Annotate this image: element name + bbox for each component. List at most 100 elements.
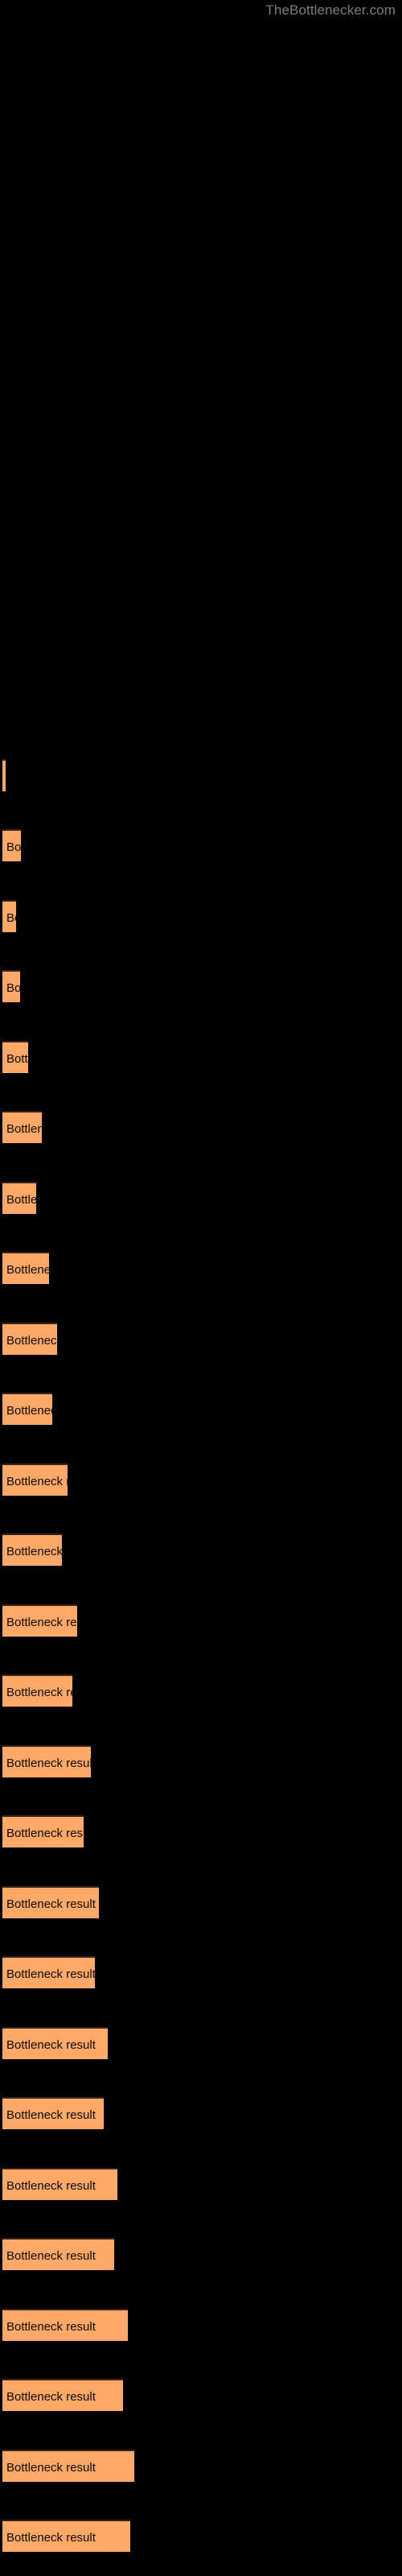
bar-label-clip: Bottleneck result xyxy=(2,761,6,791)
bar-row: Bottleneck result xyxy=(2,1463,68,1496)
bar-row: Bottleneck result xyxy=(2,2168,117,2200)
bar: Bottleneck result xyxy=(2,2027,108,2059)
bar-label: Bottleneck result xyxy=(6,2038,96,2052)
bar-label-clip: Bottleneck result xyxy=(2,1817,84,1847)
bar-row: Bottleneck result xyxy=(2,1745,91,1777)
bar-row: Bottleneck result xyxy=(2,2520,130,2552)
bar-row: Bottleneck result xyxy=(2,2379,123,2411)
bar-label-clip: Bottleneck result xyxy=(2,1747,91,1777)
bar-label: Bottleneck result xyxy=(6,1616,77,1629)
bar: Bottleneck result xyxy=(2,1323,57,1355)
bar-row: Bottleneck result xyxy=(2,1182,36,1214)
bar: Bottleneck result xyxy=(2,759,6,791)
bar-row: Bottleneck result xyxy=(2,759,6,791)
bar: Bottleneck result xyxy=(2,1182,36,1214)
bar-label: Bottleneck result xyxy=(6,1757,91,1770)
bar-row: Bottleneck result xyxy=(2,970,20,1002)
bar: Bottleneck result xyxy=(2,2238,114,2270)
bar-label-clip: Bottleneck result xyxy=(2,1465,68,1496)
bar-row: Bottleneck result xyxy=(2,1604,77,1637)
bar-row: Bottleneck result xyxy=(2,900,16,932)
bar-row: Bottleneck result xyxy=(2,1886,99,1918)
bar: Bottleneck result xyxy=(2,1041,28,1073)
bar-label: Bottleneck result xyxy=(6,2461,96,2475)
bar-row: Bottleneck result xyxy=(2,1956,95,1988)
bar-label: Bottleneck result xyxy=(6,911,16,925)
bar-row: Bottleneck result xyxy=(2,2238,114,2270)
bar: Bottleneck result xyxy=(2,2379,123,2411)
bar: Bottleneck result xyxy=(2,1534,62,1566)
bar-label-clip: Bottleneck result xyxy=(2,2521,130,2552)
bar-label-clip: Bottleneck result xyxy=(2,2169,117,2200)
bar: Bottleneck result xyxy=(2,1956,95,1988)
bar-row: Bottleneck result xyxy=(2,2309,128,2341)
bar-label: Bottleneck result xyxy=(6,1263,49,1277)
bar: Bottleneck result xyxy=(2,1463,68,1496)
bar-label-clip: Bottleneck result xyxy=(2,2310,128,2341)
bar-row: Bottleneck result xyxy=(2,1111,42,1143)
bar-row: Bottleneck result xyxy=(2,1393,52,1425)
bar: Bottleneck result xyxy=(2,1886,99,1918)
bar: Bottleneck result xyxy=(2,1111,42,1143)
bar-label: Bottleneck result xyxy=(6,1967,95,1981)
bar-label: Bottleneck result xyxy=(6,981,20,995)
bar-label: Bottleneck result xyxy=(6,1475,68,1488)
bar-label: Bottleneck result xyxy=(6,1404,52,1418)
bar: Bottleneck result xyxy=(2,1815,84,1847)
bar: Bottleneck result xyxy=(2,1674,72,1707)
bar-label: Bottleneck result xyxy=(6,2531,96,2545)
plot-area: Bottleneck result Bottleneck result Bottle… xyxy=(0,0,402,2576)
bar: Bottleneck result xyxy=(2,900,16,932)
bar-row: Bottleneck result xyxy=(2,1252,49,1284)
bar-label-clip: Bottleneck result xyxy=(2,831,21,861)
bar-label-clip: Bottleneck result xyxy=(2,2240,114,2270)
bar-row: Bottleneck result xyxy=(2,829,21,861)
bar-label: Bottleneck result xyxy=(6,2179,96,2193)
bar-label-clip: Bottleneck result xyxy=(2,1253,49,1284)
bar-label-clip: Bottleneck result xyxy=(2,1394,52,1425)
bar-label: Bottleneck result xyxy=(6,2108,96,2122)
bar-label-clip: Bottleneck result xyxy=(2,1042,28,1073)
bar-label-clip: Bottleneck result xyxy=(2,2029,108,2059)
bar-label: Bottleneck result xyxy=(6,1052,28,1066)
bar-label: Bottleneck result xyxy=(6,1897,96,1911)
bar-label: Bottleneck result xyxy=(6,2249,96,2263)
bar: Bottleneck result xyxy=(2,2168,117,2200)
bar-label-clip: Bottleneck result xyxy=(2,1958,95,1988)
bar-label-clip: Bottleneck result xyxy=(2,1324,57,1355)
bar-row: Bottleneck result xyxy=(2,1323,57,1355)
bar: Bottleneck result xyxy=(2,970,20,1002)
bar-row: Bottleneck result xyxy=(2,1815,84,1847)
bar-label-clip: Bottleneck result xyxy=(2,1535,62,1566)
bar-label: Bottleneck result xyxy=(6,1334,57,1348)
bar-row: Bottleneck result xyxy=(2,2097,104,2129)
bar-label-clip: Bottleneck result xyxy=(2,1113,42,1143)
bar-label-clip: Bottleneck result xyxy=(2,1606,77,1637)
bar-label: Bottleneck result xyxy=(6,1827,84,1840)
bar-label-clip: Bottleneck result xyxy=(2,2099,104,2129)
bar-label: Bottleneck result xyxy=(6,1122,42,1136)
bar-label-clip: Bottleneck result xyxy=(2,902,16,932)
bar: Bottleneck result xyxy=(2,1745,91,1777)
bar-label: Bottleneck result xyxy=(6,1686,72,1699)
bar-label: Bottleneck result xyxy=(6,2320,96,2334)
site-watermark: TheBottlenecker.com xyxy=(265,2,396,18)
bar: Bottleneck result xyxy=(2,1604,77,1637)
bar: Bottleneck result xyxy=(2,1252,49,1284)
bar-label: Bottleneck result xyxy=(6,1193,36,1207)
bar: Bottleneck result xyxy=(2,2520,130,2552)
bar-label-clip: Bottleneck result xyxy=(2,972,20,1002)
bar-label-clip: Bottleneck result xyxy=(2,1183,36,1214)
bar-label: Bottleneck result xyxy=(6,1545,62,1558)
bar-row: Bottleneck result xyxy=(2,1674,72,1707)
bar: Bottleneck result xyxy=(2,2450,134,2482)
bar-label-clip: Bottleneck result xyxy=(2,2451,134,2482)
bar-row: Bottleneck result xyxy=(2,1534,62,1566)
bar: Bottleneck result xyxy=(2,1393,52,1425)
bar-row: Bottleneck result xyxy=(2,2450,134,2482)
bar-row: Bottleneck result xyxy=(2,2027,108,2059)
bar-label: Bottleneck result xyxy=(6,840,21,854)
bottleneck-bar-chart: Bottleneck result Bottleneck result Bottle… xyxy=(0,0,402,2576)
bar: Bottleneck result xyxy=(2,829,21,861)
bar-label-clip: Bottleneck result xyxy=(2,1676,72,1707)
